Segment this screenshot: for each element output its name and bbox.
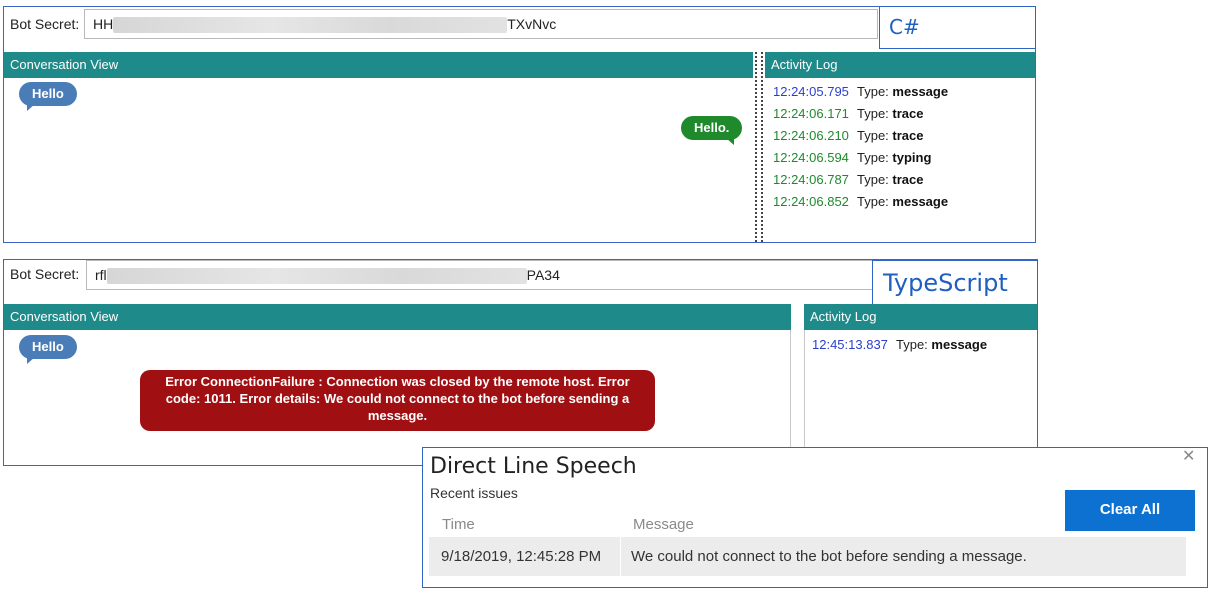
activity-type-value: trace <box>892 172 924 187</box>
typescript-error-banner: Error ConnectionFailure : Connection was… <box>140 370 655 431</box>
typescript-bot-secret-label: Bot Secret: <box>10 266 80 282</box>
clear-all-button[interactable]: Clear All <box>1065 490 1195 531</box>
activity-log-row[interactable]: 12:45:13.837 Type: message <box>812 337 987 352</box>
activity-type-value: message <box>931 337 988 352</box>
activity-type-value: typing <box>892 150 932 165</box>
csharp-conversation-pane <box>4 78 753 242</box>
notification-subtitle: Recent issues <box>430 485 518 501</box>
csharp-secret-suffix: TXvNvc <box>507 16 557 32</box>
csharp-bot-message-bubble: Hello. <box>681 116 743 145</box>
csharp-bot-secret-input[interactable]: HH TXvNvc <box>84 9 878 39</box>
issue-time: 9/18/2019, 12:45:28 PM <box>441 548 602 565</box>
typescript-error-text: Error ConnectionFailure : Connection was… <box>165 374 630 423</box>
activity-type: Type: message <box>896 337 987 352</box>
activity-timestamp[interactable]: 12:24:06.594 <box>773 150 857 165</box>
typescript-user-message-text: Hello <box>32 339 64 354</box>
csharp-conversation-header: Conversation View <box>4 52 753 78</box>
csharp-activity-header: Activity Log <box>765 52 1035 78</box>
typescript-conversation-title: Conversation View <box>10 309 119 324</box>
activity-type-label: Type: <box>857 84 889 99</box>
activity-type: Type: message <box>857 84 948 99</box>
activity-type-label: Type: <box>857 150 889 165</box>
activity-type: Type: trace <box>857 172 924 187</box>
close-icon[interactable]: ✕ <box>1182 446 1195 466</box>
activity-type: Type: typing <box>857 150 931 165</box>
activity-log-row[interactable]: 12:24:06.210 Type: trace <box>773 128 924 143</box>
direct-line-speech-panel: Direct Line Speech Recent issues ✕ Clear… <box>422 447 1208 588</box>
activity-timestamp[interactable]: 12:24:05.795 <box>773 84 857 99</box>
csharp-user-message-bubble: Hello <box>19 82 77 111</box>
column-header-message: Message <box>633 516 694 533</box>
bubble-tail-icon <box>27 104 35 111</box>
csharp-pane-splitter[interactable] <box>754 52 764 242</box>
column-header-time: Time <box>442 516 475 533</box>
activity-log-row[interactable]: 12:24:05.795 Type: message <box>773 84 948 99</box>
activity-log-row[interactable]: 12:24:06.852 Type: message <box>773 194 948 209</box>
notification-title: Direct Line Speech <box>430 454 637 479</box>
typescript-activity-log: 12:45:13.837 Type: message <box>804 330 1037 465</box>
activity-type-label: Type: <box>857 106 889 121</box>
issue-row[interactable]: 9/18/2019, 12:45:28 PM We could not conn… <box>429 537 1186 576</box>
activity-timestamp[interactable]: 12:24:06.171 <box>773 106 857 121</box>
column-divider <box>620 537 621 576</box>
activity-type-value: trace <box>892 106 924 121</box>
typescript-user-message-bubble: Hello <box>19 335 77 364</box>
clear-all-label: Clear All <box>1099 501 1161 518</box>
activity-type-value: message <box>892 84 949 99</box>
activity-timestamp[interactable]: 12:45:13.837 <box>812 337 896 352</box>
activity-type-label: Type: <box>857 194 889 209</box>
csharp-tag-text: C# <box>889 15 920 39</box>
typescript-secret-prefix: rfl <box>95 267 107 283</box>
typescript-label-tag: TypeScript <box>872 260 1038 306</box>
activity-log-row[interactable]: 12:24:06.171 Type: trace <box>773 106 924 121</box>
issue-message: We could not connect to the bot before s… <box>631 548 1027 565</box>
activity-log-row[interactable]: 12:24:06.594 Type: typing <box>773 150 931 165</box>
csharp-activity-title: Activity Log <box>771 57 838 72</box>
typescript-tag-text: TypeScript <box>883 269 1008 297</box>
activity-type-label: Type: <box>896 337 928 352</box>
csharp-conversation-title: Conversation View <box>10 57 119 72</box>
activity-type: Type: message <box>857 194 948 209</box>
bubble-tail-icon <box>726 138 735 145</box>
csharp-bot-secret-label: Bot Secret: <box>10 16 80 32</box>
activity-type-label: Type: <box>857 172 889 187</box>
typescript-bot-secret-input[interactable]: rfl PA34 <box>86 260 874 290</box>
activity-type-value: trace <box>892 128 924 143</box>
activity-log-row[interactable]: 12:24:06.787 Type: trace <box>773 172 924 187</box>
activity-timestamp[interactable]: 12:24:06.852 <box>773 194 857 209</box>
typescript-activity-title: Activity Log <box>810 309 877 324</box>
typescript-secret-redaction <box>106 268 527 285</box>
typescript-conversation-header: Conversation View <box>4 304 791 330</box>
activity-type: Type: trace <box>857 128 924 143</box>
activity-timestamp[interactable]: 12:24:06.210 <box>773 128 857 143</box>
csharp-secret-prefix: HH <box>93 16 114 32</box>
csharp-secret-redaction <box>113 17 508 34</box>
csharp-activity-log: 12:24:05.795 Type: message 12:24:06.171 Typ… <box>765 78 1035 242</box>
bubble-tail-icon <box>27 357 35 364</box>
csharp-label-tag: C# <box>879 6 1036 49</box>
csharp-user-message-text: Hello <box>32 86 64 101</box>
csharp-bot-message-text: Hello. <box>694 120 730 135</box>
activity-timestamp[interactable]: 12:24:06.787 <box>773 172 857 187</box>
typescript-activity-header: Activity Log <box>804 304 1037 330</box>
activity-type: Type: trace <box>857 106 924 121</box>
activity-type-value: message <box>892 194 949 209</box>
activity-type-label: Type: <box>857 128 889 143</box>
typescript-secret-suffix: PA34 <box>526 267 560 283</box>
